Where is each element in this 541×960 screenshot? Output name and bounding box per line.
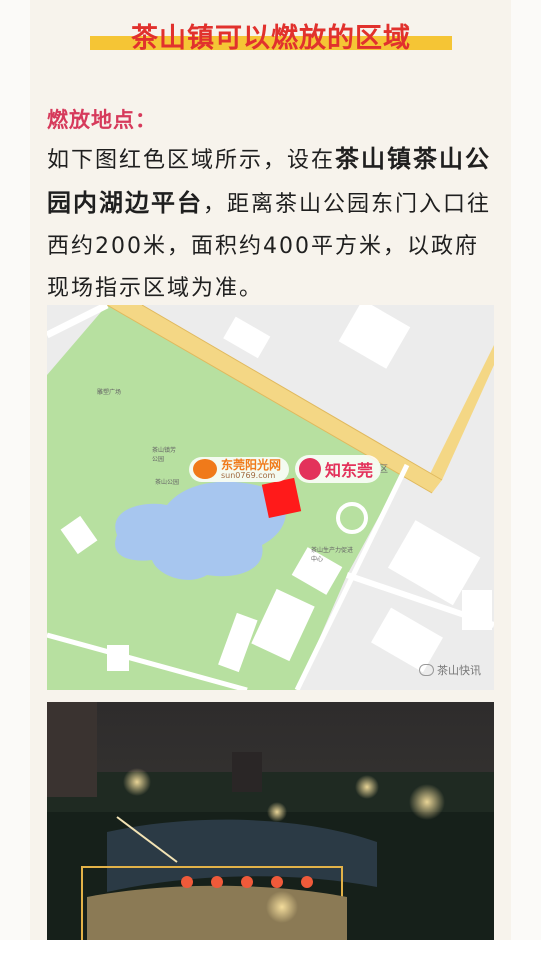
map-label-lake: 茶山公园 [155,479,180,486]
map-graphic [47,305,494,690]
location-label: 燃放地点： [47,108,157,132]
zhidongguan-logo-icon [299,458,322,480]
watermark-2-text: 知东莞 [325,461,374,480]
right-margin [511,0,541,960]
map-label-center: 茶山生产力促进中心 [311,547,354,563]
watermark-sun0769: 东莞阳光网 sun0769.com [189,456,290,482]
section-title: 茶山镇可以燃放的区域 [90,12,452,56]
map-caption: 茶山快讯 [419,662,481,678]
watermark-1-subtext: sun0769.com [221,470,276,480]
bottom-strip [0,940,541,960]
article-page: 茶山镇可以燃放的区域 燃放地点： 如下图红色区域所示，设在茶山镇茶山公园内湖边平… [0,0,541,960]
title-text: 茶山镇可以燃放的区域 [131,23,411,54]
watermark-1-text: 东莞阳光网 [221,457,282,472]
paragraph-text-1: 如下图红色区域所示，设在 [47,148,336,173]
firework-zone [261,477,302,518]
left-margin [0,0,30,960]
night-photo-graphic [47,702,494,942]
watermark-zhidongguan: 知东莞 [295,455,382,483]
night-park-photo[interactable] [47,702,494,942]
watermark-group: 东莞阳光网 sun0769.com 知东莞 [189,455,382,483]
sun0769-logo-icon [193,459,217,479]
map-label-park: 茶山镇芳公园 [152,447,177,463]
location-map[interactable]: 雕塑广场 茶山镇芳公园 茶山公园 茶山生产力促进中心 区 [47,305,494,690]
map-label-plaza: 雕塑广场 [97,389,122,396]
wechat-icon [419,664,434,676]
location-paragraph: 如下图红色区域所示，设在茶山镇茶山公园内湖边平台，距离茶山公园东门入口往西约20… [47,138,499,310]
map-caption-text: 茶山快讯 [437,664,481,677]
